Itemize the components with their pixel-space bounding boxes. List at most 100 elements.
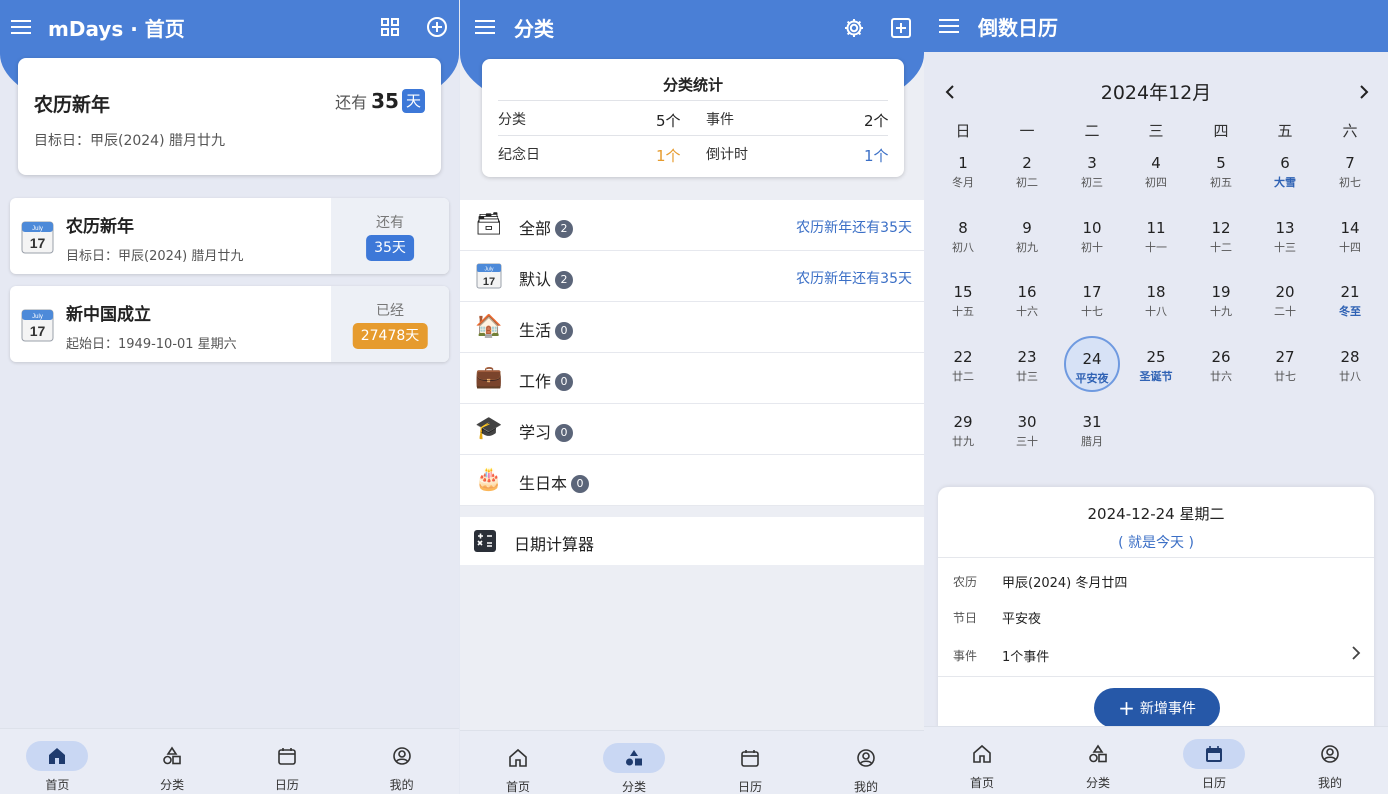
category-summary: 农历新年还有35天 [796,271,912,287]
category-item-default[interactable]: July 17 默认 2 农历新年还有35天 [460,251,924,302]
nav-category[interactable]: 分类 [576,731,692,794]
lunar-label: 冬至 [1339,305,1361,318]
menu-icon[interactable] [8,13,36,41]
nav-category-label: 分类 [160,778,185,792]
calendar-day[interactable]: 25 圣诞节 [1128,336,1184,392]
category-item-all[interactable]: 🗃 全部 2 农历新年还有35天 [460,200,924,251]
calendar-day[interactable]: 26 廿六 [1193,336,1249,392]
day-number: 23 [1017,348,1037,366]
nav-home-label: 首页 [969,776,994,790]
calendar-day[interactable]: 22 廿二 [935,336,991,392]
profile-icon [835,743,897,773]
day-number: 28 [1340,348,1360,366]
calendar-day[interactable]: 4 初四 [1128,142,1184,198]
nav-home[interactable]: 首页 [460,731,576,794]
nav-calendar[interactable]: 日历 [230,729,345,794]
category-name: 工作 [519,372,552,391]
calendar-day[interactable]: 9 初九 [999,207,1055,263]
svg-text:July: July [485,267,494,273]
date-calculator-row[interactable]: 日期计算器 [460,517,924,565]
stat-value-countdown: 1个 [864,147,889,165]
category-item-study[interactable]: 🎓 学习 0 [460,404,924,455]
day-number: 3 [1087,154,1097,172]
lunar-label: 三十 [1016,435,1038,448]
nav-calendar[interactable]: 日历 [1156,727,1272,794]
calendar-day[interactable]: 20 二十 [1257,271,1313,327]
calendar-day[interactable]: 15 十五 [935,271,991,327]
calendar-day[interactable]: 11 十一 [1128,207,1184,263]
calendar-day[interactable]: 19 十九 [1193,271,1249,327]
calendar-day[interactable]: 13 十三 [1257,207,1313,263]
day-number: 18 [1146,283,1166,301]
calendar-icon [719,743,781,773]
calendar-day[interactable]: 5 初五 [1193,142,1249,198]
category-screen: 分类 分类统计 分类 5个 事件 2个 纪念日 1个 倒计时 1个 🗃 全部 2 … [460,0,924,794]
calendar-title: 倒数日历 [978,15,1058,40]
nav-category[interactable]: 分类 [1040,727,1156,794]
calendar-day[interactable]: 2 初二 [999,142,1055,198]
calendar-day[interactable]: 17 十七 [1064,271,1120,327]
nav-profile[interactable]: 我的 [808,731,924,794]
bottom-navigation: 首页 分类 日历 我的 [0,728,459,794]
chevron-right-icon[interactable] [1350,645,1362,665]
nav-category[interactable]: 分类 [115,729,230,794]
lunar-label: 十一 [1145,241,1167,254]
events-value[interactable]: 1个事件 [1002,646,1049,665]
calendar-day[interactable]: 6 大雪 [1257,142,1313,198]
lunar-label: 廿九 [952,435,974,448]
lunar-label: 十三 [1274,241,1296,254]
calendar-day[interactable]: 16 十六 [999,271,1055,327]
nav-calendar[interactable]: 日历 [692,731,808,794]
calendar-day[interactable]: 29 廿九 [935,401,991,457]
add-event-icon[interactable] [423,13,451,41]
nav-home[interactable]: 首页 [0,729,115,794]
profile-icon [371,741,433,771]
lunar-label: 二十 [1274,305,1296,318]
calendar-day[interactable]: 1 冬月 [935,142,991,198]
day-number: 5 [1216,154,1226,172]
calendar-day[interactable]: 30 三十 [999,401,1055,457]
calendar-day[interactable]: 31 腊月 [1064,401,1120,457]
category-title: 分类 [514,16,554,41]
category-item-birthday[interactable]: 🎂 生日本 0 [460,455,924,506]
calendar-day[interactable]: 8 初八 [935,207,991,263]
svg-text:July: July [32,314,43,320]
add-category-icon[interactable] [887,14,915,42]
calendar-day-selected[interactable]: 24 平安夜 [1064,336,1120,392]
calendar-day[interactable]: 14 十四 [1322,207,1378,263]
calendar-day[interactable]: 27 廿七 [1257,336,1313,392]
day-number: 22 [953,348,973,366]
nav-profile[interactable]: 我的 [1272,727,1388,794]
nav-calendar-label: 日历 [737,780,762,794]
featured-event-card[interactable]: 农历新年 还有 35 天 目标日：甲辰(2024) 腊月廿九 [18,58,441,175]
category-item-life[interactable]: 🏠 生活 0 [460,302,924,353]
add-event-button[interactable]: + 新增事件 [1094,688,1220,728]
category-name: 学习 [519,423,552,442]
profile-icon [1299,739,1361,769]
nav-home[interactable]: 首页 [924,727,1040,794]
menu-icon[interactable] [472,13,500,41]
grid-view-icon[interactable] [376,13,404,41]
event-card[interactable]: July 17 农历新年 目标日：甲辰(2024) 腊月廿九 还有 35天 [10,198,449,274]
calendar-day[interactable]: 21 冬至 [1322,271,1378,327]
svg-text:July: July [32,226,43,232]
next-month-icon[interactable] [1350,78,1378,106]
divider [938,676,1374,677]
calendar-day[interactable]: 23 廿三 [999,336,1055,392]
calendar-day[interactable]: 18 十八 [1128,271,1184,327]
event-card[interactable]: July 17 新中国成立 起始日：1949-10-01 星期六 已经 2747… [10,286,449,362]
calendar-day[interactable]: 3 初三 [1064,142,1120,198]
stat-value-event: 2个 [864,112,889,130]
home-icon [487,743,549,773]
calendar-day[interactable]: 28 廿八 [1322,336,1378,392]
calendar-day[interactable]: 7 初七 [1322,142,1378,198]
calendar-day[interactable]: 10 初十 [1064,207,1120,263]
calendar-icon [256,741,318,771]
festival-value: 平安夜 [1002,612,1042,627]
nav-profile[interactable]: 我的 [344,729,459,794]
category-item-work[interactable]: 💼 工作 0 [460,353,924,404]
settings-icon[interactable] [840,14,868,42]
menu-icon[interactable] [936,12,964,40]
day-number: 10 [1082,219,1102,237]
calendar-day[interactable]: 12 十二 [1193,207,1249,263]
